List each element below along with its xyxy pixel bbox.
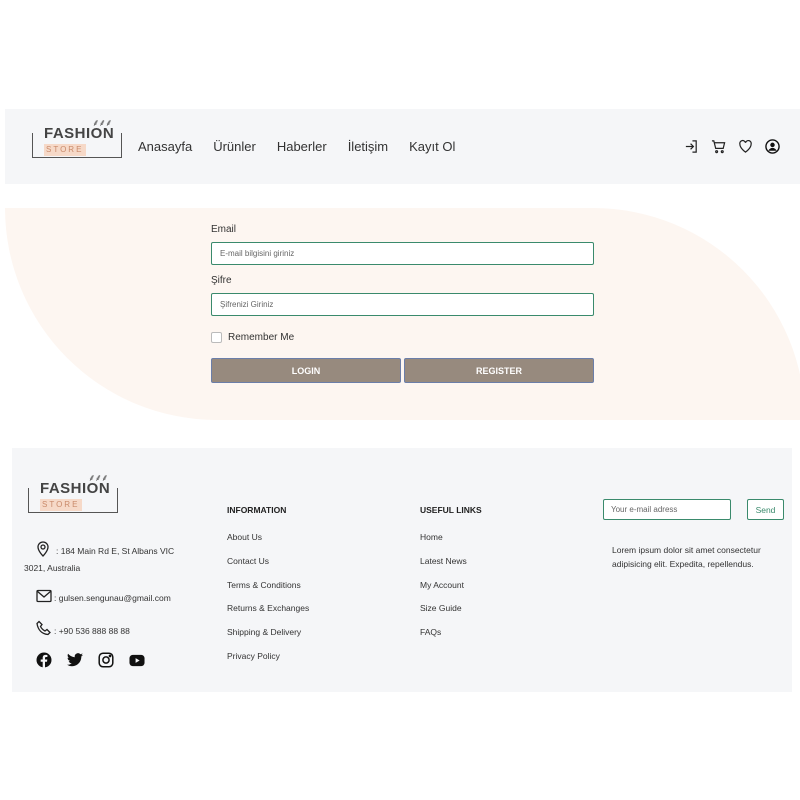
nav-link-haberler[interactable]: Haberler <box>277 139 327 154</box>
footer-logo-fashion-text: FASHION <box>40 480 111 497</box>
info-link-about[interactable]: About Us <box>227 532 262 542</box>
information-title: INFORMATION <box>227 505 287 515</box>
newsletter-email-input[interactable] <box>603 499 731 520</box>
navbar: ⸙⸙⸙ STORE FASHION Anasayfa Ürünler Haber… <box>5 109 800 184</box>
twitter-icon[interactable] <box>67 652 83 668</box>
nav-link-anasayfa[interactable]: Anasayfa <box>138 139 192 154</box>
password-input[interactable] <box>211 293 594 316</box>
email-label: Email <box>211 224 237 235</box>
location-icon <box>36 541 50 559</box>
newsletter-send-button[interactable]: Send <box>747 499 784 520</box>
phone-text: : +90 536 888 88 88 <box>54 626 130 636</box>
instagram-icon[interactable] <box>98 652 114 668</box>
phone-icon <box>36 620 52 638</box>
info-link-privacy[interactable]: Privacy Policy <box>227 651 280 661</box>
remember-me[interactable]: Remember Me <box>211 332 594 343</box>
brand-logo[interactable]: ⸙⸙⸙ STORE FASHION <box>32 118 124 169</box>
facebook-icon[interactable] <box>36 652 52 668</box>
nav-icons <box>683 138 780 154</box>
info-link-shipping[interactable]: Shipping & Delivery <box>227 627 301 637</box>
user-icon[interactable] <box>764 138 780 154</box>
cart-icon[interactable] <box>710 138 726 154</box>
footer: ⸙⸙⸙ STORE FASHION : 184 Main Rd E, St Al… <box>12 448 792 692</box>
logo-store-text: STORE <box>44 144 86 156</box>
footer-logo-store-text: STORE <box>40 499 82 511</box>
footer-logo[interactable]: ⸙⸙⸙ STORE FASHION <box>28 473 120 524</box>
info-link-contact[interactable]: Contact Us <box>227 556 269 566</box>
address-text: : 184 Main Rd E, St Albans VIC <box>56 546 175 556</box>
login-button[interactable]: LOGIN <box>211 358 401 383</box>
useful-link-faqs[interactable]: FAQs <box>420 627 441 637</box>
useful-link-my-account[interactable]: My Account <box>420 580 464 590</box>
youtube-icon[interactable] <box>129 652 145 668</box>
info-link-returns[interactable]: Returns & Exchanges <box>227 603 309 613</box>
register-button[interactable]: REGISTER <box>404 358 594 383</box>
remember-label: Remember Me <box>228 332 295 343</box>
envelope-icon <box>36 589 52 605</box>
email-text: : gulsen.sengunau@gmail.com <box>54 593 171 603</box>
useful-link-latest-news[interactable]: Latest News <box>420 556 467 566</box>
useful-link-home[interactable]: Home <box>420 532 443 542</box>
social-links <box>36 652 145 668</box>
login-icon[interactable] <box>683 138 699 154</box>
info-link-terms[interactable]: Terms & Conditions <box>227 580 301 590</box>
main-nav: Anasayfa Ürünler Haberler İletişim Kayıt… <box>138 139 476 154</box>
email-input[interactable] <box>211 242 594 265</box>
password-label: Şifre <box>211 275 232 286</box>
newsletter-text: Lorem ipsum dolor sit amet consectetur a… <box>612 545 761 569</box>
login-form: Email Şifre Remember Me LOGIN REGISTER <box>211 224 594 383</box>
useful-link-size-guide[interactable]: Size Guide <box>420 603 462 613</box>
logo-fashion-text: FASHION <box>44 125 115 142</box>
nav-link-kayit-ol[interactable]: Kayıt Ol <box>409 139 455 154</box>
nav-link-urunler[interactable]: Ürünler <box>213 139 256 154</box>
address-text-line2: 3021, Australia <box>24 563 81 573</box>
remember-checkbox[interactable] <box>211 332 222 343</box>
nav-link-iletisim[interactable]: İletişim <box>348 139 388 154</box>
form-buttons: LOGIN REGISTER <box>211 358 594 383</box>
heart-icon[interactable] <box>737 138 753 154</box>
useful-links-title: USEFUL LINKS <box>420 505 482 515</box>
